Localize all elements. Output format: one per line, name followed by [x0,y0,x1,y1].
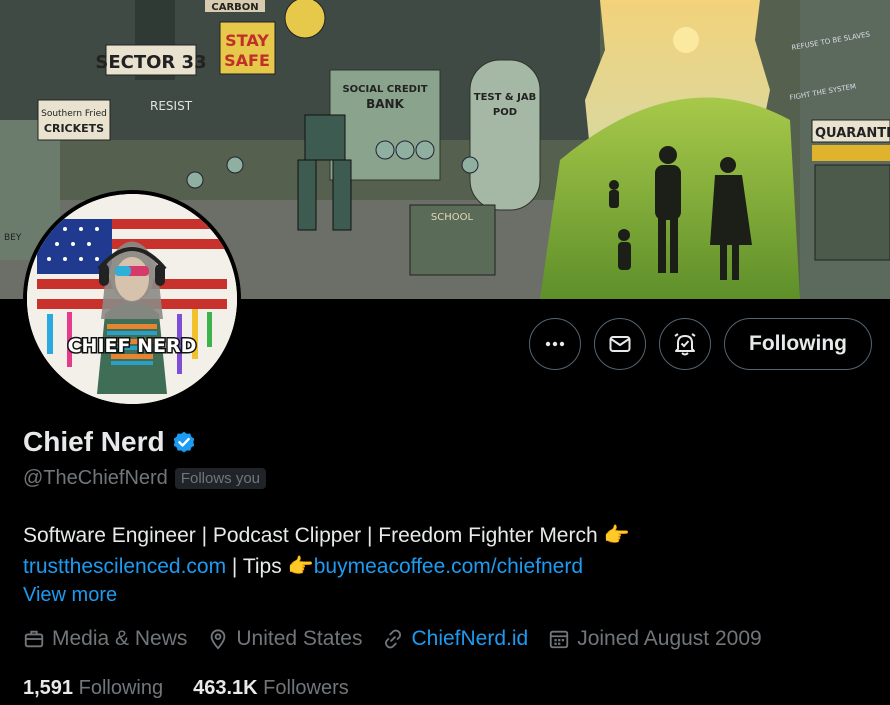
bio-link-buymeacoffee[interactable]: buymeacoffee.com/chiefnerd [314,555,583,578]
location-pin-icon [211,629,226,650]
avatar-image: CHIEF NERD [27,194,237,404]
following-stat-label: Following [78,677,164,699]
display-name: Chief Nerd [23,426,165,457]
category-item: Media & News [23,627,187,651]
bio-link-trustthescilenced[interactable]: trustthescilenced.com [23,555,226,578]
bio-line-1: Software Engineer | Podcast Clipper | Fr… [23,524,598,547]
stay-sign-line1: STAY [225,31,269,50]
category-label: Media & News [52,627,188,650]
stay-sign-line2: SAFE [224,51,270,70]
southern-sign-line2: CRICKETS [44,122,104,135]
follows-you-badge: Follows you [174,468,267,489]
location-item: United States [207,627,362,651]
calendar-icon [550,630,569,649]
pointer-emoji: 👉 [603,524,630,547]
following-button[interactable]: Following [724,318,872,370]
school-sign: SCHOOL [431,212,474,223]
joined-item: Joined August 2009 [548,627,762,651]
test-jab-line2: POD [493,107,517,118]
bio-separator: | Tips [226,555,288,578]
briefcase-icon [24,630,44,648]
notifications-button[interactable] [659,318,712,370]
handle-row: @TheChiefNerd Follows you [23,467,267,490]
profile-stats: 1,591 Following 463.1K Followers [23,677,349,700]
envelope-icon [609,336,631,352]
following-stat[interactable]: 1,591 Following [23,677,163,700]
avatar-label: CHIEF NERD [68,335,197,357]
joined-label: Joined August 2009 [577,627,762,650]
more-button[interactable] [529,318,582,370]
carbon-sign: CARBON [211,2,258,13]
profile-meta: Media & News United States ChiefNerd.id … [23,627,782,651]
bey-sign: BEY [4,233,22,243]
website-link[interactable]: ChiefNerd.id [411,627,528,651]
sector-sign: SECTOR 33 [95,52,206,73]
verified-badge-icon[interactable] [171,429,197,455]
followers-count: 463.1K [193,677,258,699]
following-button-label: Following [749,332,847,355]
social-credit-line2: BANK [366,97,404,111]
profile-avatar[interactable]: CHIEF NERD [23,190,241,408]
southern-sign-line1: Southern Fried [41,109,107,119]
followers-stat-label: Followers [263,677,349,699]
message-button[interactable] [594,318,647,370]
social-credit-line1: SOCIAL CREDIT [342,84,427,95]
website-item: ChiefNerd.id [382,627,528,651]
following-count: 1,591 [23,677,74,699]
more-icon [545,341,565,347]
profile-bio: Software Engineer | Podcast Clipper | Fr… [23,520,630,582]
bell-icon [674,333,696,356]
followers-stat[interactable]: 463.1K Followers [193,677,349,700]
profile-actions: Following [529,318,872,370]
profile-name-row: Chief Nerd [23,426,197,458]
location-label: United States [236,627,363,650]
profile-handle: @TheChiefNerd [23,467,168,489]
resist-graffiti: RESIST [150,99,193,113]
view-more-link[interactable]: View more [23,584,117,607]
test-jab-line1: TEST & JAB [474,92,536,103]
link-icon [385,629,402,649]
pointer-emoji-2: 👉 [287,555,314,578]
quarantine-sign: QUARANTI [815,126,890,141]
